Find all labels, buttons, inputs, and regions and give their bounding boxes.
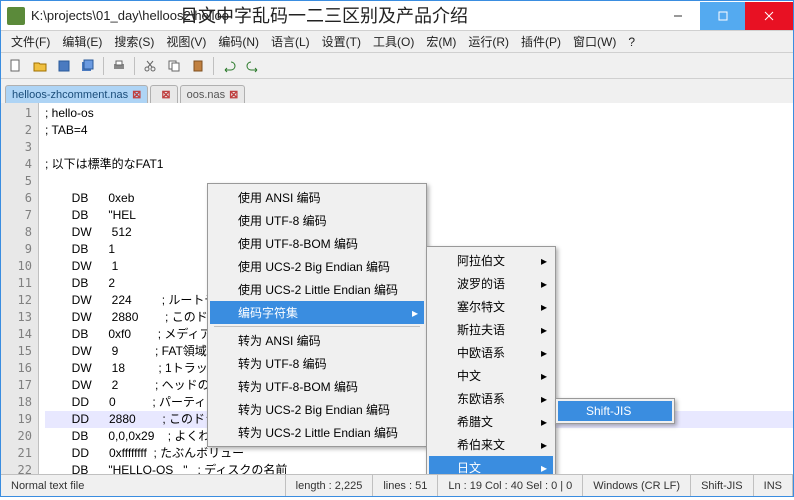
menu-运行(R)[interactable]: 运行(R)	[462, 31, 515, 52]
line-gutter: 1234567891011121314151617181920212223242…	[1, 103, 39, 474]
new-file-icon[interactable]	[5, 55, 27, 77]
menuitem[interactable]: 斯拉夫语▸	[429, 318, 553, 341]
menuitem[interactable]: 波罗的语▸	[429, 272, 553, 295]
tab-close-icon[interactable]: ⊠	[132, 88, 141, 101]
save-all-icon[interactable]	[77, 55, 99, 77]
status-mode: INS	[754, 475, 793, 496]
tab[interactable]: helloos-zhcomment.nas⊠	[5, 85, 148, 103]
open-file-icon[interactable]	[29, 55, 51, 77]
menuitem[interactable]: 使用 UCS-2 Little Endian 编码	[210, 278, 424, 301]
menuitem[interactable]: 希腊文▸	[429, 410, 553, 433]
tab-close-icon[interactable]: ⊠	[229, 88, 238, 101]
toolbar	[1, 53, 793, 79]
menuitem[interactable]: 转为 UCS-2 Little Endian 编码	[210, 421, 424, 444]
menuitem[interactable]: 转为 UTF-8 编码	[210, 352, 424, 375]
menuitem[interactable]: 转为 UTF-8-BOM 编码	[210, 375, 424, 398]
menu-文件(F)[interactable]: 文件(F)	[5, 31, 56, 52]
save-icon[interactable]	[53, 55, 75, 77]
status-eol: Windows (CR LF)	[583, 475, 691, 496]
japanese-submenu: Shift-JIS	[555, 398, 675, 424]
menu-编码(N)[interactable]: 编码(N)	[212, 31, 265, 52]
menu-语言(L)[interactable]: 语言(L)	[265, 31, 316, 52]
status-filetype: Normal text file	[1, 475, 286, 496]
menuitem[interactable]: 转为 UCS-2 Big Endian 编码	[210, 398, 424, 421]
undo-icon[interactable]	[218, 55, 240, 77]
menuitem-charset[interactable]: 编码字符集▸	[210, 301, 424, 324]
status-position: Ln : 19 Col : 40 Sel : 0 | 0	[438, 475, 583, 496]
menuitem[interactable]: 中欧语系▸	[429, 341, 553, 364]
menu-插件(P)[interactable]: 插件(P)	[515, 31, 567, 52]
tab-bar: helloos-zhcomment.nas⊠⊠oos.nas⊠	[1, 79, 793, 103]
menu-窗口(W)[interactable]: 窗口(W)	[567, 31, 622, 52]
menuitem-japanese[interactable]: 日文▸	[429, 456, 553, 474]
status-length: length : 2,225	[286, 475, 374, 496]
menuitem[interactable]: 中文▸	[429, 364, 553, 387]
menuitem[interactable]: 使用 UTF-8-BOM 编码	[210, 232, 424, 255]
print-icon[interactable]	[108, 55, 130, 77]
status-bar: Normal text file length : 2,225 lines : …	[1, 474, 793, 496]
tab[interactable]: oos.nas⊠	[180, 85, 246, 103]
redo-icon[interactable]	[242, 55, 264, 77]
menuitem-shift-jis[interactable]: Shift-JIS	[558, 401, 672, 421]
tab-close-icon[interactable]: ⊠	[161, 88, 170, 101]
menu-工具(O)[interactable]: 工具(O)	[367, 31, 420, 52]
encoding-menu: 使用 ANSI 编码使用 UTF-8 编码使用 UTF-8-BOM 编码使用 U…	[207, 183, 427, 447]
menuitem[interactable]: 塞尔特文▸	[429, 295, 553, 318]
close-button[interactable]	[745, 2, 793, 30]
overlay-title: 日文中字乱码一二三区别及产品介绍	[180, 2, 468, 28]
menuitem[interactable]: 使用 ANSI 编码	[210, 186, 424, 209]
menuitem[interactable]: 使用 UCS-2 Big Endian 编码	[210, 255, 424, 278]
menuitem[interactable]: 东欧语系▸	[429, 387, 553, 410]
copy-icon[interactable]	[163, 55, 185, 77]
menuitem[interactable]: 转为 ANSI 编码	[210, 329, 424, 352]
menu-搜索(S)[interactable]: 搜索(S)	[108, 31, 160, 52]
cut-icon[interactable]	[139, 55, 161, 77]
charset-submenu: 阿拉伯文▸波罗的语▸塞尔特文▸斯拉夫语▸中欧语系▸中文▸东欧语系▸希腊文▸希伯来…	[426, 246, 556, 474]
status-encoding: Shift-JIS	[691, 475, 754, 496]
minimize-button[interactable]	[655, 2, 700, 30]
paste-icon[interactable]	[187, 55, 209, 77]
status-lines: lines : 51	[373, 475, 438, 496]
menubar: 文件(F)编辑(E)搜索(S)视图(V)编码(N)语言(L)设置(T)工具(O)…	[1, 31, 793, 53]
menuitem[interactable]: 希伯来文▸	[429, 433, 553, 456]
menu-视图(V)[interactable]: 视图(V)	[160, 31, 212, 52]
editor-area[interactable]: 1234567891011121314151617181920212223242…	[1, 103, 793, 474]
menuitem[interactable]: 阿拉伯文▸	[429, 249, 553, 272]
tab[interactable]: ⊠	[150, 85, 177, 103]
menuitem[interactable]: 使用 UTF-8 编码	[210, 209, 424, 232]
app-icon	[7, 7, 25, 25]
menu-编辑(E)[interactable]: 编辑(E)	[56, 31, 108, 52]
maximize-button[interactable]	[700, 2, 745, 30]
menu-设置(T)[interactable]: 设置(T)	[316, 31, 367, 52]
menu-?[interactable]: ?	[622, 33, 641, 51]
menu-宏(M)[interactable]: 宏(M)	[420, 31, 462, 52]
